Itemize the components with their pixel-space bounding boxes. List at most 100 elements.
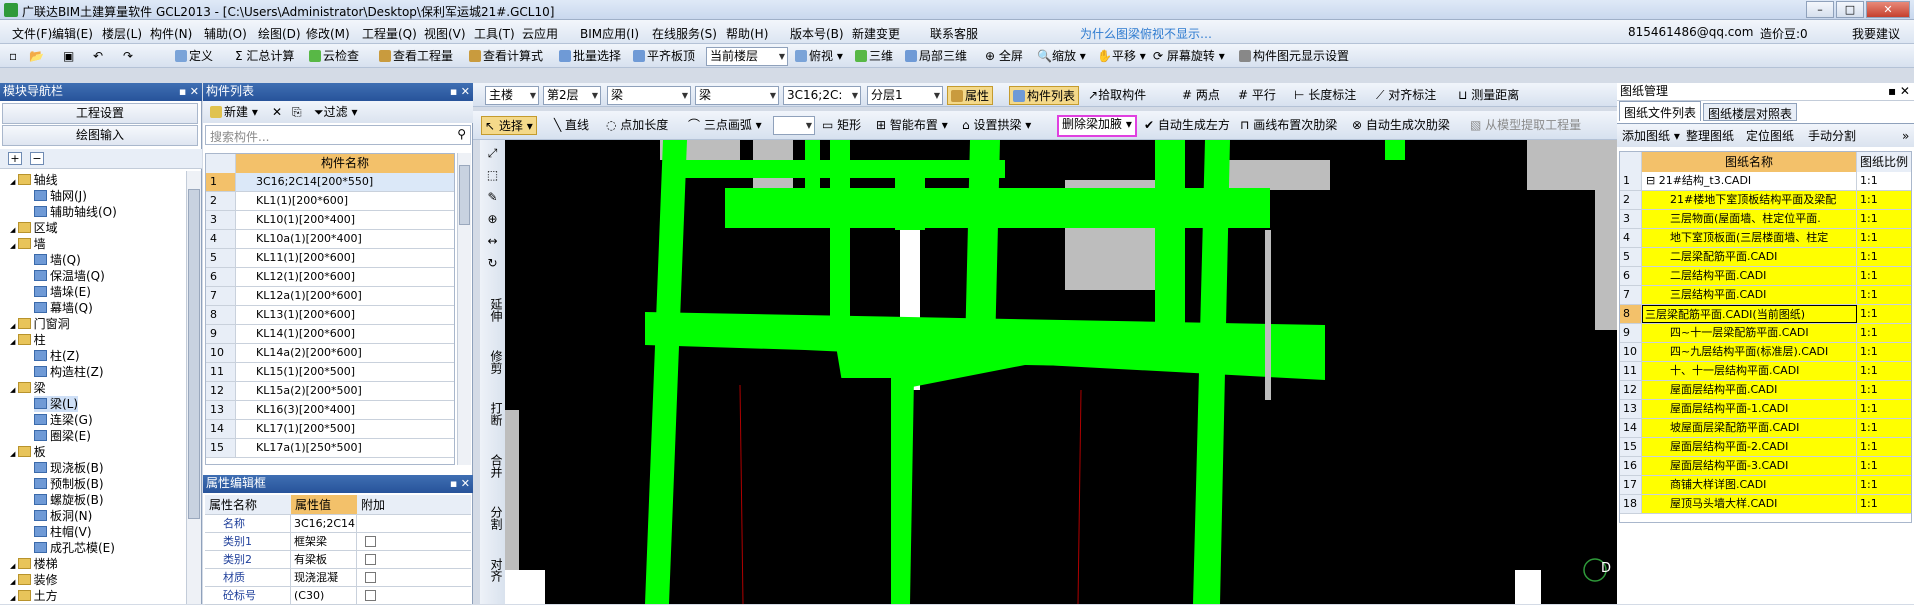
drawing-row[interactable]: 14 坡屋面层梁配筋平面.CADI 1:1 — [1620, 419, 1911, 438]
pan-button[interactable]: ✋平移 ▾ — [1094, 47, 1149, 66]
property-checkbox[interactable] — [365, 572, 376, 583]
redo-icon[interactable]: ↷ — [120, 47, 136, 66]
drawing-row[interactable]: 7 三层结构平面.CADI 1:1 — [1620, 286, 1911, 305]
tree-item[interactable]: 保温墙(Q) — [34, 268, 105, 284]
tree-folder[interactable]: ◢ 板 — [10, 444, 46, 460]
drawings-pin-close-icon[interactable]: ▪ ✕ — [1888, 83, 1910, 100]
tree-item[interactable]: 柱帽(V) — [34, 524, 92, 540]
pick-component-button[interactable]: ↗拾取构件 — [1085, 86, 1149, 105]
arc-option-select[interactable] — [773, 116, 815, 135]
propedit-pin-close-icon[interactable]: ▪ ✕ — [450, 475, 470, 492]
drawing-row[interactable]: 4 地下室顶板面(三层楼面墙、柱定 1:1 — [1620, 229, 1911, 248]
drawing-row[interactable]: 13 屋面层结构平面-1.CADI 1:1 — [1620, 400, 1911, 419]
edit-tool-button[interactable]: 对齐 — [482, 550, 503, 590]
tree-item[interactable]: 梁(L) — [34, 396, 79, 412]
expand-all-icon[interactable]: + — [8, 152, 22, 165]
drawing-row[interactable]: 1 ⊟ 21#结构_t3.CADI 1:1 — [1620, 172, 1911, 191]
menu-item-5[interactable]: 绘图(D) — [258, 25, 301, 42]
point-length-button[interactable]: ◌ 点加长度 — [603, 116, 671, 135]
select-button[interactable]: ↖ 选择 ▾ — [481, 116, 537, 135]
set-arch-beam-button[interactable]: ⌂ 设置拱梁 ▾ — [959, 116, 1034, 135]
view-qty-button[interactable]: 查看工程量 — [376, 47, 456, 66]
edit-tool-icon[interactable]: ⤢ — [482, 146, 503, 160]
account-menu[interactable]: 815461486@qq.com — [1628, 25, 1753, 39]
tree-folder[interactable]: ◢ 梁 — [10, 380, 46, 396]
menu-item-12[interactable]: 在线服务(S) — [652, 25, 717, 42]
menu-item-0[interactable]: 文件(F) — [12, 25, 52, 42]
tab-drawing-files[interactable]: 图纸文件列表 — [1619, 101, 1702, 121]
view-formula-button[interactable]: 查看计算式 — [466, 47, 546, 66]
drawing-row[interactable]: 3 三层物面(屋面墙、柱定位平面. 1:1 — [1620, 210, 1911, 229]
edit-tool-icon[interactable]: ✎ — [482, 190, 503, 204]
tree-item[interactable]: 预制板(B) — [34, 476, 104, 492]
tree-folder[interactable]: ◢ 装修 — [10, 572, 58, 588]
component-row[interactable]: 9 KL14(1)[200*600] — [206, 325, 454, 344]
tree-item[interactable]: 辅助轴线(O) — [34, 204, 117, 220]
drawing-input-button[interactable]: 绘图输入 — [2, 125, 198, 146]
three-point-arc-button[interactable]: ⌒ 三点画弧 ▾ — [685, 116, 765, 135]
drawing-row[interactable]: 12 屋面层结构平面.CADI 1:1 — [1620, 381, 1911, 400]
auto-generate-button[interactable]: ✔ 自动生成左方 — [1141, 116, 1233, 135]
fullscreen-button[interactable]: ⊕ 全屏 — [982, 47, 1026, 66]
menu-item-3[interactable]: 构件(N) — [150, 25, 192, 42]
flush-slab-button[interactable]: 平齐板顶 — [630, 47, 698, 66]
edit-tool-button[interactable]: 合并 — [482, 446, 503, 486]
tree-item[interactable]: 螺旋板(B) — [34, 492, 104, 508]
expand-icon[interactable]: ◢ — [10, 562, 18, 570]
tree-item[interactable]: 现浇板(B) — [34, 460, 104, 476]
edit-tool-icon[interactable]: ⬚ — [482, 168, 503, 182]
menu-item-8[interactable]: 视图(V) — [424, 25, 466, 42]
edit-tool-icon[interactable]: ⊕ — [482, 212, 503, 226]
new-component-button[interactable]: 新建 ▾ — [207, 103, 261, 122]
menu-item-7[interactable]: 工程量(Q) — [362, 25, 417, 42]
tree-item[interactable]: 构造柱(Z) — [34, 364, 104, 380]
component-row[interactable]: 6 KL12(1)[200*600] — [206, 268, 454, 287]
tab-drawing-floor-map[interactable]: 图纸楼层对照表 — [1703, 103, 1798, 121]
more-icon[interactable]: » — [1899, 127, 1912, 146]
component-row[interactable]: 13 KL16(3)[200*400] — [206, 401, 454, 420]
menu-item-15[interactable]: 新建变更 — [852, 25, 900, 42]
collapse-all-icon[interactable]: − — [30, 152, 44, 165]
organize-drawing-button[interactable]: 整理图纸 — [1683, 127, 1737, 146]
menu-item-16[interactable]: 联系客服 — [930, 25, 978, 42]
component-row[interactable]: 11 KL15(1)[200*500] — [206, 363, 454, 382]
drawing-row[interactable]: 2 21#楼地下室顶板结构平面及梁配 1:1 — [1620, 191, 1911, 210]
drawing-row[interactable]: 15 屋面层结构平面-2.CADI 1:1 — [1620, 438, 1911, 457]
property-checkbox[interactable] — [365, 590, 376, 601]
menu-item-14[interactable]: 版本号(B) — [790, 25, 844, 42]
open-file-icon[interactable]: 📂 — [26, 47, 47, 66]
menu-item-4[interactable]: 辅助(O) — [204, 25, 247, 42]
edit-tool-button[interactable]: 打断 — [482, 394, 503, 434]
cloud-check-button[interactable]: 云检查 — [306, 47, 362, 66]
property-value[interactable]: 有梁板 — [291, 551, 357, 568]
measure-distance-button[interactable]: ⊔ 测量距离 — [1455, 86, 1522, 105]
component-select[interactable]: 3C16;2C: — [783, 86, 861, 105]
property-value[interactable]: 框架梁 — [291, 533, 357, 550]
filter-button[interactable]: ⏷过滤 ▾ — [311, 103, 360, 122]
expand-icon[interactable]: ◢ — [10, 338, 18, 346]
local-3d-button[interactable]: 局部三维 — [902, 47, 970, 66]
floor-select[interactable]: 当前楼层 — [706, 47, 788, 66]
tree-folder[interactable]: ◢ 土方 — [10, 588, 58, 604]
tree-item[interactable]: 成孔芯模(E) — [34, 540, 115, 556]
tree-item[interactable]: 幕墙(Q) — [34, 300, 93, 316]
drawing-row[interactable]: 10 四~九层结构平面(标准层).CADI 1:1 — [1620, 343, 1911, 362]
tree-folder[interactable]: ◢ 区域 — [10, 220, 58, 236]
tree-folder[interactable]: ◢ 楼梯 — [10, 556, 58, 572]
expand-icon[interactable]: ◢ — [10, 242, 18, 250]
layer-select[interactable]: 分层1 — [867, 86, 943, 105]
component-row[interactable]: 12 KL15a(2)[200*500] — [206, 382, 454, 401]
menu-item-2[interactable]: 楼层(L) — [102, 25, 142, 42]
rectangle-button[interactable]: ▭ 矩形 — [819, 116, 864, 135]
minimize-button[interactable]: – — [1806, 1, 1834, 18]
pin-close-icon[interactable]: ▪ ✕ — [179, 83, 199, 100]
tree-item[interactable]: 连梁(G) — [34, 412, 93, 428]
nav-scrollbar[interactable] — [186, 171, 201, 604]
length-mark-button[interactable]: ⊢ 长度标注 — [1291, 86, 1359, 105]
tree-item[interactable]: 板洞(N) — [34, 508, 92, 524]
align-mark-button[interactable]: ⟋ 对齐标注 — [1373, 86, 1439, 105]
property-value[interactable]: 现浇混凝 — [291, 569, 357, 586]
menu-item-10[interactable]: 云应用 — [522, 25, 558, 42]
drawing-row[interactable]: 9 四~十一层梁配筋平面.CADI 1:1 — [1620, 324, 1911, 343]
expand-icon[interactable]: ◢ — [10, 450, 18, 458]
